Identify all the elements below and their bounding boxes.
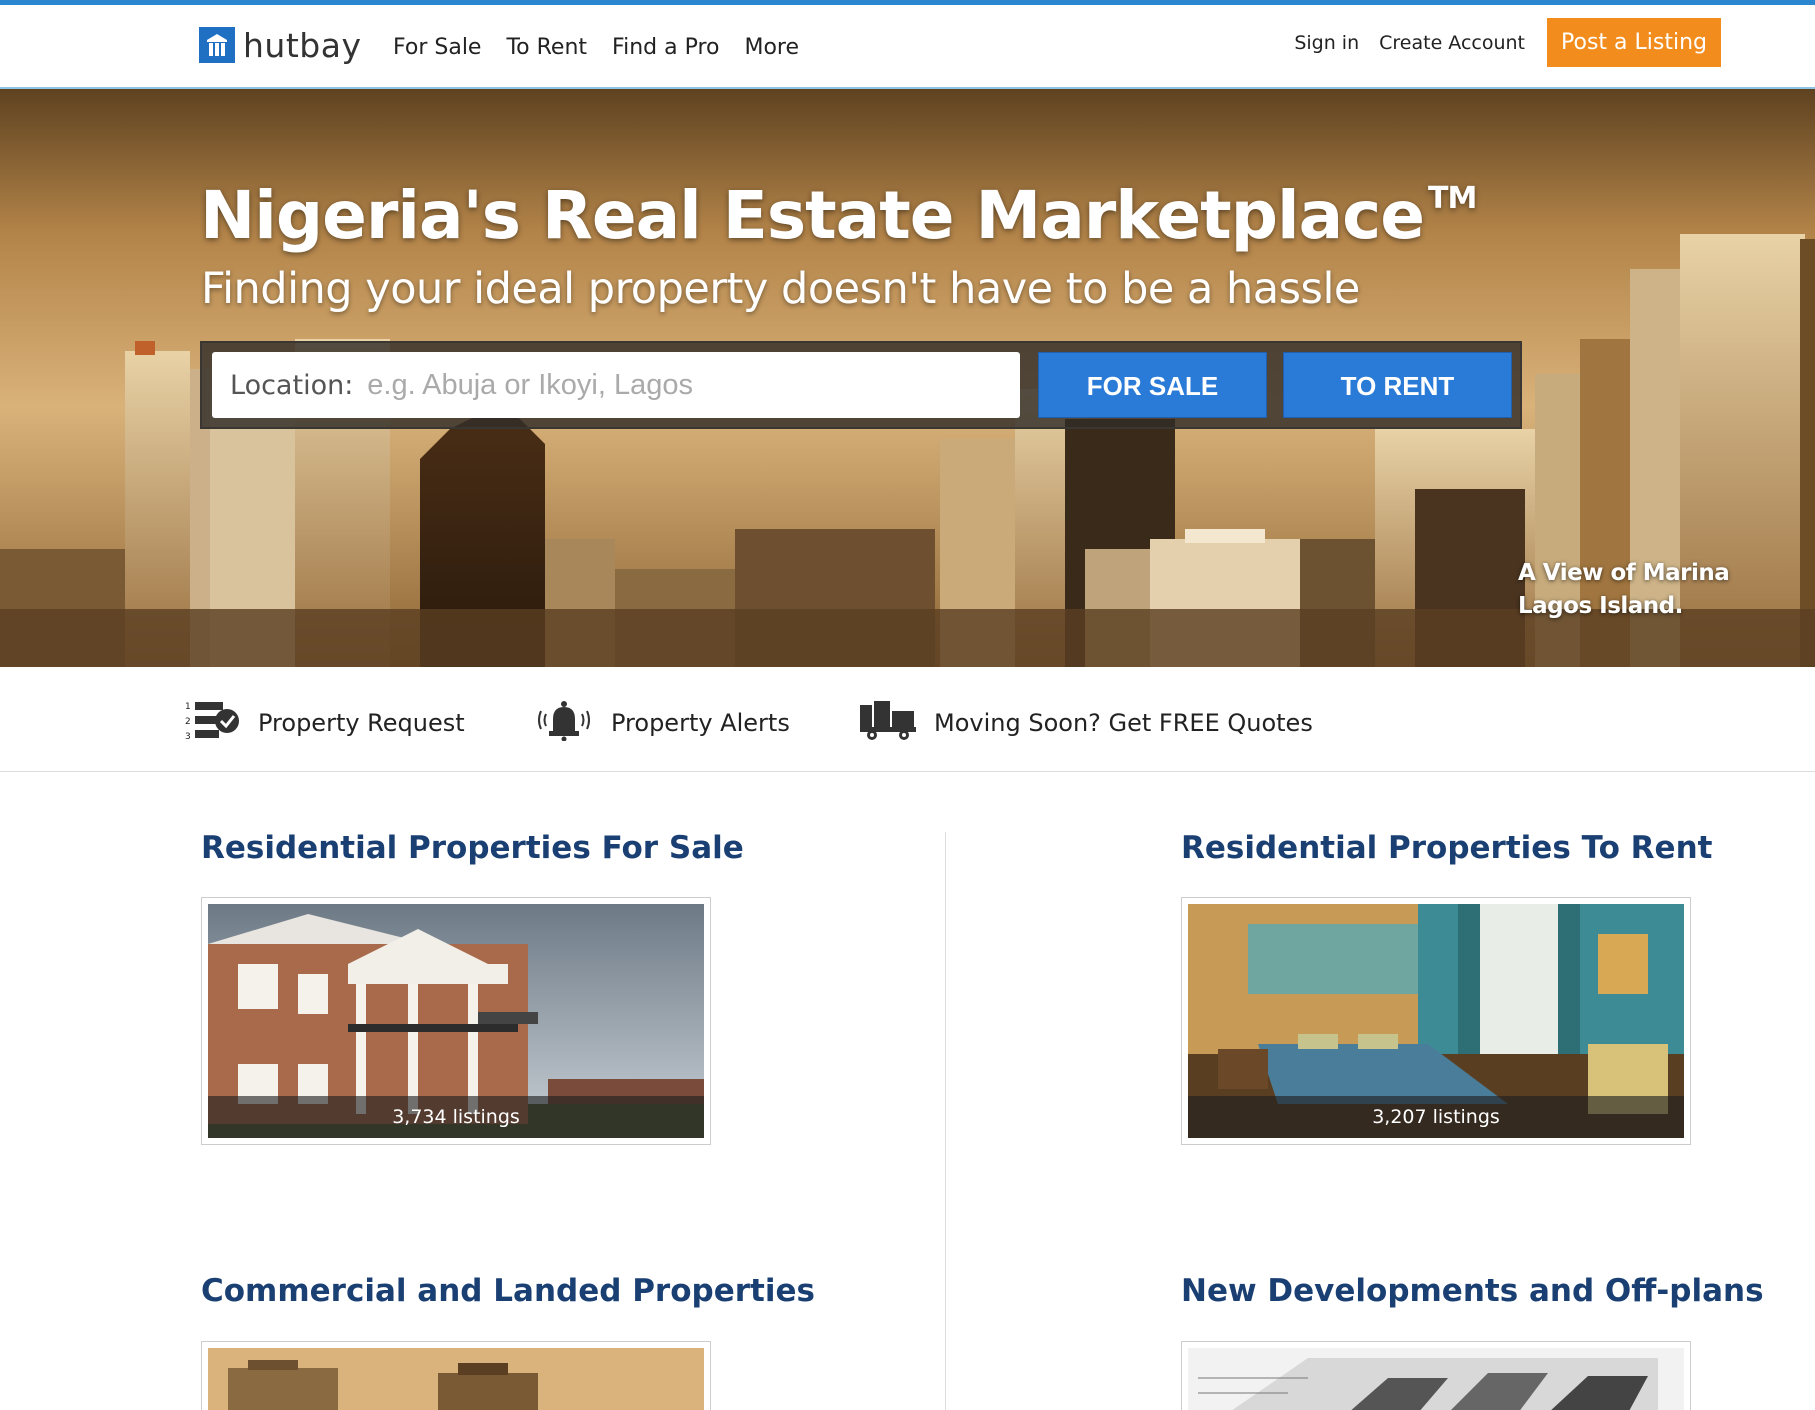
caption-line-2: Lagos Island. — [1518, 593, 1683, 619]
svg-text:1: 1 — [185, 702, 191, 712]
to-rent-search-button[interactable]: TO RENT — [1283, 352, 1512, 418]
floor-plan-photo — [1188, 1348, 1684, 1410]
listing-count: 3,207 listings — [1188, 1096, 1684, 1138]
moving-quotes-label: Moving Soon? Get FREE Quotes — [934, 708, 1313, 737]
location-label: Location: — [230, 369, 354, 401]
hero-title: Nigeria's Real Estate Marketplace TM — [200, 177, 1477, 254]
sign-in-link[interactable]: Sign in — [1294, 32, 1359, 54]
bell-icon — [535, 699, 593, 746]
quick-links-bar: 1 2 3 Property Request Property Alerts M… — [0, 667, 1815, 772]
commercial-card[interactable] — [201, 1341, 711, 1410]
main-nav: For Sale To Rent Find a Pro More — [393, 35, 824, 60]
logo-text: hutbay — [243, 25, 362, 65]
numbered-list-check-icon: 1 2 3 — [185, 699, 240, 746]
nav-more[interactable]: More — [744, 35, 799, 60]
bedroom-photo: 3,207 listings — [1188, 904, 1684, 1138]
moving-quotes-link[interactable]: Moving Soon? Get FREE Quotes — [860, 699, 1313, 746]
property-alerts-label: Property Alerts — [611, 708, 790, 737]
new-developments-card[interactable] — [1181, 1341, 1691, 1410]
photo-caption: A View of Marina Lagos Island. — [1518, 557, 1730, 623]
location-field[interactable]: Location: — [212, 352, 1020, 418]
to-rent-card[interactable]: 3,207 listings — [1181, 897, 1691, 1145]
for-sale-search-button[interactable]: FOR SALE — [1038, 352, 1267, 418]
svg-text:3: 3 — [185, 732, 191, 741]
trademark-mark: TM — [1428, 181, 1477, 216]
hero-subtitle: Finding your ideal property doesn't have… — [201, 264, 1360, 314]
hero-banner: Nigeria's Real Estate Marketplace TM Find… — [0, 89, 1815, 667]
section-title-commercial[interactable]: Commercial and Landed Properties — [201, 1273, 815, 1309]
nav-for-sale[interactable]: For Sale — [393, 35, 481, 60]
property-alerts-link[interactable]: Property Alerts — [535, 699, 790, 746]
commercial-buildings-photo — [208, 1348, 704, 1410]
column-divider — [945, 832, 946, 1410]
truck-icon — [860, 699, 916, 746]
section-title-new-developments[interactable]: New Developments and Off-plans — [1181, 1273, 1764, 1309]
caption-line-1: A View of Marina — [1518, 560, 1730, 586]
section-title-for-sale[interactable]: Residential Properties For Sale — [201, 830, 744, 866]
account-links: Sign in Create Account Post a Listing — [1294, 18, 1721, 67]
property-request-label: Property Request — [258, 708, 465, 737]
house-photo: 3,734 listings — [208, 904, 704, 1138]
logo[interactable]: hutbay — [199, 24, 361, 66]
property-request-link[interactable]: 1 2 3 Property Request — [185, 699, 465, 746]
for-sale-card[interactable]: 3,734 listings — [201, 897, 711, 1145]
house-logo-icon — [199, 27, 235, 63]
location-input[interactable] — [367, 368, 928, 402]
nav-to-rent[interactable]: To Rent — [506, 35, 587, 60]
site-header: hutbay For Sale To Rent Find a Pro More … — [0, 5, 1815, 89]
post-listing-button[interactable]: Post a Listing — [1547, 18, 1721, 67]
create-account-link[interactable]: Create Account — [1379, 32, 1525, 54]
svg-text:2: 2 — [185, 717, 191, 727]
section-title-to-rent[interactable]: Residential Properties To Rent — [1181, 830, 1712, 866]
listing-count: 3,734 listings — [208, 1096, 704, 1138]
nav-find-a-pro[interactable]: Find a Pro — [612, 35, 719, 60]
search-bar: Location: FOR SALE TO RENT — [200, 341, 1522, 429]
